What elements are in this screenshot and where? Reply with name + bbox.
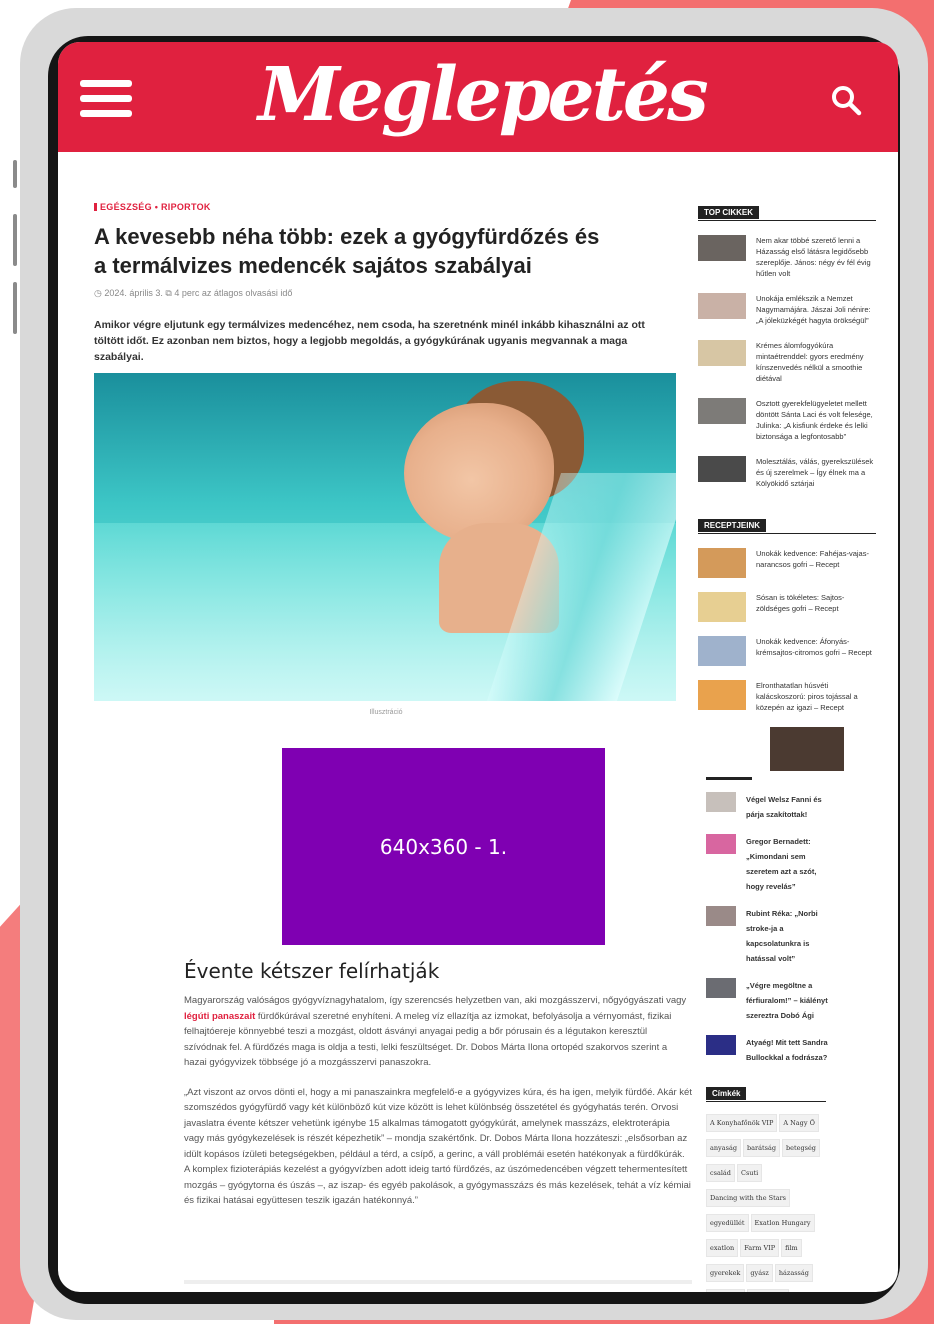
volume-button: [13, 160, 17, 188]
tag-link[interactable]: egyedüllét: [706, 1214, 749, 1232]
divider: [706, 777, 752, 780]
tag-link[interactable]: Exatlon Hungary: [750, 1214, 815, 1232]
tag-link[interactable]: barátság: [742, 1139, 780, 1157]
sidebar: TOP CIKKEK Nem akar többé szerető lenni …: [698, 202, 878, 1292]
celeb-item[interactable]: Rubint Réka: „Norbi stroke-ja a kapcsola…: [706, 906, 878, 966]
browser-screen: Meglepetés EGÉSZSÉG • RIPORTOK A keveseb…: [58, 42, 898, 1292]
site-logo[interactable]: Meglepetés: [258, 42, 709, 150]
tag-link[interactable]: Csuti: [736, 1164, 763, 1182]
article: EGÉSZSÉG • RIPORTOK A kevesebb néha több…: [94, 202, 692, 1223]
menu-icon[interactable]: [80, 80, 132, 120]
celeb-item[interactable]: Gregor Bernadett: „Kimondani sem szerete…: [706, 834, 878, 894]
article-hero-image: [94, 373, 676, 701]
tag-link[interactable]: A Nagy Ő: [779, 1114, 819, 1132]
article-title: A kevesebb néha több: ezek a gyógyfürdőz…: [94, 224, 600, 278]
tag-link[interactable]: exatlon: [706, 1239, 739, 1257]
paragraph: Magyarország valóságos gyógyvíznagyhatal…: [184, 995, 687, 1068]
recipe-item[interactable]: Elronthatatlan húsvéti kalácskoszorú: pi…: [698, 680, 878, 713]
tag-link[interactable]: gyerekek: [706, 1264, 745, 1282]
search-icon[interactable]: [828, 82, 864, 118]
volume-button: [13, 214, 17, 266]
article-meta: ◷ 2024. április 3. ⧉ 4 perc az átlagos o…: [94, 288, 293, 298]
celeb-item[interactable]: Végel Welsz Fanni és párja szakítottak!: [706, 792, 878, 822]
image-caption: Illusztráció: [369, 709, 403, 716]
tag-link[interactable]: Dancing with the Stars: [706, 1189, 791, 1207]
top-article[interactable]: Molesztálás, válás, gyerekszülések és új…: [698, 456, 878, 489]
tag-link[interactable]: kapcsolat: [706, 1289, 746, 1292]
recipe-item[interactable]: Sósan is tökéletes: Sajtos-zöldséges gof…: [698, 592, 878, 622]
top-article[interactable]: Krémes álomfogyókúra mintaétrenddel: gyo…: [698, 340, 878, 384]
recipes-heading: RECEPTJEINK: [698, 519, 767, 532]
tag-link[interactable]: házasság: [774, 1264, 813, 1282]
recipe-item[interactable]: Unokák kedvence: Fahéjas-vajas-narancsos…: [698, 548, 878, 578]
site-header: Meglepetés: [58, 42, 898, 152]
tag-link[interactable]: gyász: [746, 1264, 773, 1282]
recipe-item[interactable]: Unokák kedvence: Áfonyás-krémsajtos-citr…: [698, 636, 878, 666]
power-button: [13, 282, 17, 334]
inline-link[interactable]: légúti panaszait: [184, 1011, 255, 1022]
ad-placeholder[interactable]: 640x360 - 1.: [282, 748, 605, 945]
tags-heading: Címkék: [706, 1087, 747, 1100]
sidebar-ad-image[interactable]: [770, 727, 844, 771]
paragraph: „Azt viszont az orvos dönti el, hogy a m…: [184, 1086, 692, 1207]
tag-link[interactable]: A Konyhafőnök VIP: [706, 1114, 778, 1132]
top-article[interactable]: Osztott gyerekfelügyeletet mellett döntö…: [698, 398, 878, 442]
section-heading: Évente kétszer felírhatják: [184, 959, 440, 983]
tag-link[interactable]: film: [781, 1239, 802, 1257]
article-body: Magyarország valóságos gyógyvíznagyhatal…: [184, 993, 692, 1209]
tag-link[interactable]: karácsony: [747, 1289, 789, 1292]
article-lead: Amikor végre eljutunk egy termálvizes me…: [94, 319, 645, 363]
tag-link[interactable]: betegség: [782, 1139, 820, 1157]
tag-link[interactable]: Farm VIP: [740, 1239, 780, 1257]
divider: [184, 1280, 692, 1284]
celeb-item[interactable]: Atyaég! Mit tett Sandra Bullockkal a fod…: [706, 1035, 878, 1065]
tag-link[interactable]: anyaság: [706, 1139, 741, 1157]
top-article[interactable]: Nem akar többé szerető lenni a Házasság …: [698, 235, 878, 279]
article-category[interactable]: EGÉSZSÉG • RIPORTOK: [94, 202, 678, 212]
tag-link[interactable]: család: [706, 1164, 735, 1182]
top-articles-heading: TOP CIKKEK: [698, 206, 760, 219]
celeb-item[interactable]: „Végre megöltne a férfiuralom!” – kiálén…: [706, 978, 878, 1023]
top-article[interactable]: Unokája emlékszik a Nemzet Nagymamájára.…: [698, 293, 878, 326]
tag-cloud: A Konyhafőnök VIP A Nagy Ő anyaság barátság…: [706, 1112, 834, 1292]
